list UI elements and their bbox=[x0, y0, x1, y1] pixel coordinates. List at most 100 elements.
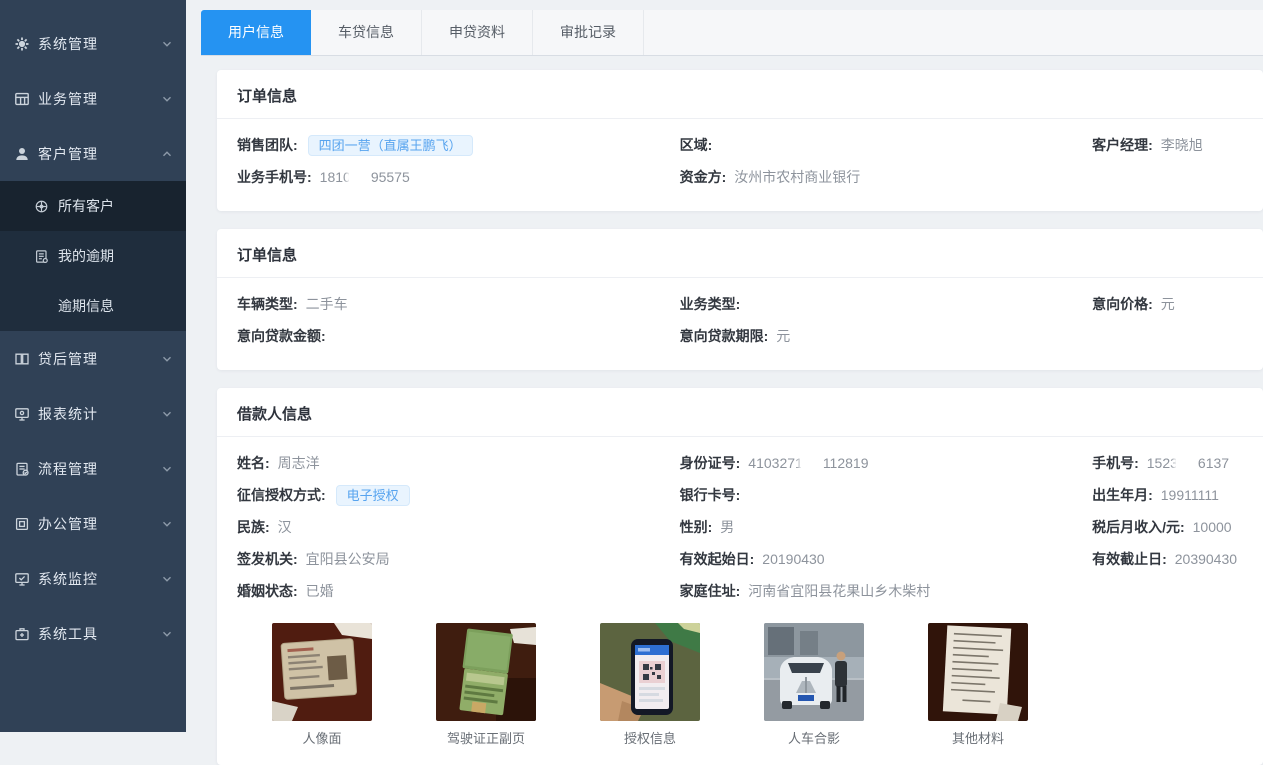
field-value: 元 bbox=[1161, 294, 1175, 314]
sidebar: 系统管理 业务管理 客户管理 所有客户 bbox=[0, 0, 186, 732]
chevron-down-icon bbox=[160, 462, 174, 476]
sidebar-item-overdue-info[interactable]: 逾期信息 bbox=[0, 281, 186, 331]
sidebar-nav: 系统管理 业务管理 客户管理 所有客户 bbox=[0, 0, 186, 661]
redaction-box bbox=[1176, 456, 1200, 471]
id-suffix: 112819 bbox=[823, 455, 869, 471]
id-card-photo-thumbnail[interactable] bbox=[272, 623, 372, 721]
sidebar-item-label: 逾期信息 bbox=[58, 296, 114, 316]
monitor-check-icon bbox=[14, 571, 30, 587]
section-title: 订单信息 bbox=[217, 70, 1263, 119]
photo-person-with-car[interactable]: 人车合影 bbox=[764, 623, 864, 747]
field-credit-auth: 征信授权方式: 电子授权 bbox=[237, 479, 680, 511]
sidebar-item-system-monitor[interactable]: 系统监控 bbox=[0, 551, 186, 606]
photo-caption: 人车合影 bbox=[764, 728, 864, 747]
field-empty bbox=[1092, 320, 1243, 352]
chevron-down-icon bbox=[160, 407, 174, 421]
sidebar-item-system-mgmt[interactable]: 系统管理 bbox=[0, 16, 186, 71]
borrower-info-card: 借款人信息 姓名: 周志洋 身份证号: 4103271112819 手机号: 1… bbox=[217, 388, 1263, 765]
field-value: 汝州市农村商业银行 bbox=[734, 167, 860, 187]
section-title: 借款人信息 bbox=[217, 388, 1263, 437]
field-value: 李晓旭 bbox=[1161, 135, 1203, 155]
field-value: 15236137 bbox=[1147, 455, 1229, 471]
tab-approval-records[interactable]: 审批记录 bbox=[533, 10, 644, 55]
sales-team-tag[interactable]: 四团一营（直属王鹏飞） bbox=[308, 135, 473, 156]
process-icon bbox=[14, 461, 30, 477]
tab-loan-application-docs[interactable]: 申贷资料 bbox=[422, 10, 533, 55]
photo-driving-license[interactable]: 驾驶证正副页 bbox=[436, 623, 536, 747]
sidebar-item-customer-mgmt[interactable]: 客户管理 bbox=[0, 126, 186, 181]
chevron-down-icon bbox=[160, 37, 174, 51]
field-label: 性别: bbox=[680, 517, 713, 537]
person-with-car-photo-thumbnail[interactable] bbox=[764, 623, 864, 721]
id-prefix: 4103271 bbox=[748, 455, 803, 471]
sidebar-item-business-mgmt[interactable]: 业务管理 bbox=[0, 71, 186, 126]
field-valid-from: 有效起始日: 20190430 bbox=[680, 543, 1092, 575]
field-birth-date: 出生年月: 19911111 bbox=[1092, 479, 1243, 511]
field-label: 资金方: bbox=[680, 167, 727, 187]
authorization-qr-photo-thumbnail[interactable] bbox=[600, 623, 700, 721]
sidebar-item-label: 系统监控 bbox=[38, 569, 160, 589]
book-icon bbox=[14, 351, 30, 367]
sidebar-item-all-customers[interactable]: 所有客户 bbox=[0, 181, 186, 231]
field-label: 手机号: bbox=[1092, 453, 1139, 473]
field-ethnicity: 民族: 汉 bbox=[237, 511, 680, 543]
order-info-card-1: 订单信息 销售团队: 四团一营（直属王鹏飞） 区域: 客户经理: 李晓旭 业务手 bbox=[217, 70, 1263, 211]
field-value: 宜阳县公安局 bbox=[306, 549, 390, 569]
field-value: 20390430 bbox=[1175, 551, 1237, 567]
credit-auth-tag[interactable]: 电子授权 bbox=[336, 485, 410, 506]
photo-caption: 人像面 bbox=[272, 728, 372, 747]
field-gender: 性别: 男 bbox=[680, 511, 1092, 543]
phone-suffix: 6137 bbox=[1198, 455, 1229, 471]
other-document-photo-thumbnail[interactable] bbox=[928, 623, 1028, 721]
field-value: 元 bbox=[776, 326, 790, 346]
field-label: 家庭住址: bbox=[680, 581, 741, 601]
field-marital-status: 婚姻状态: 已婚 bbox=[237, 575, 680, 607]
monitor-icon bbox=[14, 406, 30, 422]
field-business-phone: 业务手机号: 181095575 bbox=[237, 161, 680, 193]
chevron-down-icon bbox=[160, 627, 174, 641]
field-label: 身份证号: bbox=[680, 453, 741, 473]
photo-id-card[interactable]: 人像面 bbox=[272, 623, 372, 747]
field-label: 业务手机号: bbox=[237, 167, 312, 187]
field-value: 10000 bbox=[1193, 519, 1232, 535]
sidebar-item-report-stats[interactable]: 报表统计 bbox=[0, 386, 186, 441]
field-label: 意向贷款金额: bbox=[237, 326, 326, 346]
photo-other-document[interactable]: 其他材料 bbox=[928, 623, 1028, 747]
photo-caption: 授权信息 bbox=[600, 728, 700, 747]
sidebar-item-label: 系统管理 bbox=[38, 34, 160, 54]
sidebar-item-postloan-mgmt[interactable]: 贷后管理 bbox=[0, 331, 186, 386]
sidebar-item-label: 贷后管理 bbox=[38, 349, 160, 369]
driving-license-photo-thumbnail[interactable] bbox=[436, 623, 536, 721]
field-label: 姓名: bbox=[237, 453, 270, 473]
sidebar-item-label: 报表统计 bbox=[38, 404, 160, 424]
chevron-down-icon bbox=[160, 517, 174, 531]
field-issuing-authority: 签发机关: 宜阳县公安局 bbox=[237, 543, 680, 575]
field-label: 客户经理: bbox=[1092, 135, 1153, 155]
tab-user-info[interactable]: 用户信息 bbox=[201, 10, 311, 55]
field-value: 19911111 bbox=[1161, 487, 1219, 503]
document-photos-row: 人像面 bbox=[217, 607, 1263, 747]
field-label: 有效起始日: bbox=[680, 549, 755, 569]
sidebar-item-label: 我的逾期 bbox=[58, 246, 114, 266]
field-id-number: 身份证号: 4103271 112819 bbox=[680, 447, 1092, 479]
sidebar-item-label: 客户管理 bbox=[38, 144, 160, 164]
wheel-icon bbox=[33, 198, 49, 214]
field-value: 181095575 bbox=[320, 169, 410, 185]
field-loan-amount: 意向贷款金额: bbox=[237, 320, 680, 352]
field-business-type: 业务类型: bbox=[680, 288, 1092, 320]
field-label: 婚姻状态: bbox=[237, 581, 298, 601]
field-label: 意向价格: bbox=[1092, 294, 1153, 314]
sidebar-item-system-tools[interactable]: 系统工具 bbox=[0, 606, 186, 661]
sidebar-item-my-overdue[interactable]: 我的逾期 bbox=[0, 231, 186, 281]
order-info-card-2: 订单信息 车辆类型: 二手车 业务类型: 意向价格: 元 意向贷款金额: bbox=[217, 229, 1263, 370]
doc-icon bbox=[33, 248, 49, 264]
photo-authorization-qr[interactable]: 授权信息 bbox=[600, 623, 700, 747]
tab-car-loan-info[interactable]: 车贷信息 bbox=[311, 10, 422, 55]
field-label: 业务类型: bbox=[680, 294, 741, 314]
field-label: 区域: bbox=[680, 135, 713, 155]
field-value: 汉 bbox=[278, 517, 292, 537]
sidebar-item-process-mgmt[interactable]: 流程管理 bbox=[0, 441, 186, 496]
field-empty bbox=[1092, 575, 1243, 607]
chevron-down-icon bbox=[160, 352, 174, 366]
sidebar-item-office-mgmt[interactable]: 办公管理 bbox=[0, 496, 186, 551]
